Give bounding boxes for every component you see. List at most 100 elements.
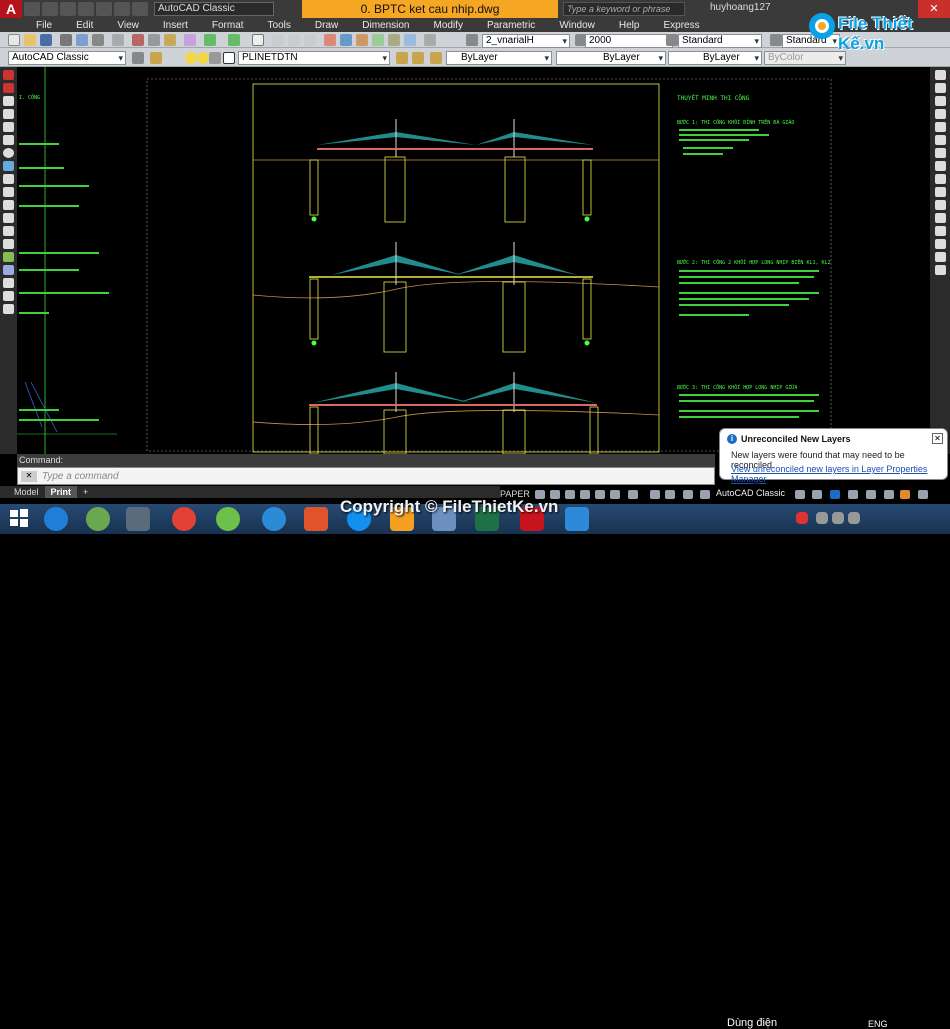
tool-palettes-icon[interactable]	[356, 34, 368, 46]
power-status-label[interactable]: Dùng điện	[727, 1017, 777, 1029]
menu-help[interactable]: Help	[619, 20, 640, 31]
insert-block-icon[interactable]	[3, 213, 14, 223]
menu-insert[interactable]: Insert	[163, 20, 188, 31]
region-icon[interactable]	[3, 278, 14, 288]
zoom-realtime-icon[interactable]	[272, 34, 284, 46]
copy-icon[interactable]	[148, 34, 160, 46]
layer-manager-icon[interactable]	[150, 52, 162, 64]
plot-icon[interactable]	[60, 34, 72, 46]
workspace-settings-icon[interactable]	[132, 52, 144, 64]
arc-icon[interactable]	[3, 135, 14, 145]
help-icon[interactable]	[424, 34, 436, 46]
clean-screen-icon[interactable]	[866, 490, 876, 499]
circle-icon[interactable]	[3, 148, 14, 158]
hardware-acceleration-icon[interactable]	[848, 490, 858, 499]
table-icon[interactable]	[3, 291, 14, 301]
properties-icon[interactable]	[324, 34, 336, 46]
media-player-icon[interactable]	[126, 507, 150, 531]
layer-state-icon[interactable]	[430, 52, 442, 64]
undo-arrow-icon[interactable]	[204, 34, 216, 46]
save-icon[interactable]	[60, 2, 76, 16]
menu-parametric[interactable]: Parametric	[487, 20, 535, 31]
zoom-window-icon[interactable]	[288, 34, 300, 46]
tab-print[interactable]: Print	[44, 486, 78, 498]
sun-icon[interactable]	[197, 52, 209, 64]
p-app-icon[interactable]	[262, 507, 286, 531]
chrome-icon[interactable]	[172, 507, 196, 531]
green-app-icon[interactable]	[216, 507, 240, 531]
undo-icon[interactable]	[114, 2, 130, 16]
menu-view[interactable]: View	[117, 20, 139, 31]
menu-edit[interactable]: Edit	[76, 20, 93, 31]
cut-icon[interactable]	[132, 34, 144, 46]
user-name[interactable]: huyhoang127	[710, 2, 771, 13]
layer-alert-icon[interactable]	[900, 490, 910, 499]
spline-icon[interactable]	[3, 174, 14, 184]
pan-icon[interactable]	[252, 34, 264, 46]
word-icon[interactable]	[565, 507, 589, 531]
lock-icon[interactable]	[209, 52, 221, 64]
workspace-switch[interactable]: AutoCAD Classic	[716, 488, 785, 498]
lineweight-dropdown[interactable]: ByLayer	[668, 51, 762, 65]
offset-icon[interactable]	[934, 109, 946, 119]
internet-explorer-icon[interactable]	[44, 507, 68, 531]
polygon-icon[interactable]	[3, 109, 14, 119]
tab-model[interactable]: Model	[8, 486, 45, 498]
customization-icon[interactable]	[884, 490, 894, 499]
tray-network-icon[interactable]	[832, 512, 844, 524]
new-icon[interactable]	[24, 2, 40, 16]
layer-manager-link[interactable]: View unreconciled new layers in Layer Pr…	[731, 464, 947, 484]
redo-arrow-icon[interactable]	[228, 34, 240, 46]
color-dropdown[interactable]: ByLayer	[446, 51, 552, 65]
dim-style-dropdown[interactable]: Standard	[678, 34, 762, 48]
tray-volume-icon[interactable]	[848, 512, 860, 524]
lock-ui-icon[interactable]	[812, 490, 822, 499]
mtext-icon[interactable]	[3, 304, 14, 314]
annotation-scale-icon[interactable]	[683, 490, 693, 499]
rotate-icon[interactable]	[934, 148, 946, 158]
command-line[interactable]: ✕ Type a command	[17, 467, 715, 485]
3d-print-icon[interactable]	[112, 34, 124, 46]
menu-tools[interactable]: Tools	[268, 20, 291, 31]
ortho-icon[interactable]	[565, 490, 575, 499]
explode-icon[interactable]	[934, 265, 946, 275]
notification-close-icon[interactable]: ✕	[932, 433, 943, 444]
osnap-icon[interactable]	[595, 490, 605, 499]
hatch-icon[interactable]	[3, 252, 14, 262]
text-height-dropdown[interactable]: 2000	[585, 34, 673, 48]
rectangle-icon[interactable]	[3, 122, 14, 132]
autocad-logo-icon[interactable]: A	[0, 0, 22, 18]
markup-icon[interactable]	[388, 34, 400, 46]
make-block-icon[interactable]	[3, 226, 14, 236]
line-icon[interactable]	[3, 70, 14, 80]
drawing-canvas[interactable]: THUYẾT MINH THI CÔNG BƯỚC 1: THI CÔNG KH…	[17, 67, 930, 454]
text-style-dropdown[interactable]: 2_vnarialH	[482, 34, 570, 48]
menu-express[interactable]: Express	[663, 20, 699, 31]
command-input[interactable]: Type a command	[42, 471, 119, 482]
workspace-dropdown[interactable]: AutoCAD Classic	[154, 2, 274, 16]
zoom-previous-icon[interactable]	[304, 34, 316, 46]
search-input[interactable]: Type a keyword or phrase	[563, 2, 685, 16]
isolate-objects-icon[interactable]	[830, 490, 840, 499]
menu-dimension[interactable]: Dimension	[362, 20, 409, 31]
language-indicator[interactable]: ENG	[868, 1019, 888, 1029]
extend-icon[interactable]	[934, 200, 946, 210]
foxit-reader-icon[interactable]	[304, 507, 328, 531]
windows-start-icon[interactable]	[8, 507, 32, 531]
gradient-icon[interactable]	[3, 265, 14, 275]
menu-file[interactable]: File	[36, 20, 52, 31]
point-icon[interactable]	[3, 239, 14, 249]
tray-flag-icon[interactable]	[816, 512, 828, 524]
layer-previous-icon[interactable]	[412, 52, 424, 64]
quickcalc-icon[interactable]	[404, 34, 416, 46]
trim-icon[interactable]	[934, 187, 946, 197]
polar-icon[interactable]	[580, 490, 590, 499]
save-disk-icon[interactable]	[40, 34, 52, 46]
construction-line-icon[interactable]	[3, 83, 14, 93]
utorrent-icon[interactable]	[86, 507, 110, 531]
match-properties-icon[interactable]	[184, 34, 196, 46]
tray-antivirus-icon[interactable]	[796, 512, 808, 524]
menu-window[interactable]: Window	[559, 20, 595, 31]
linetype-dropdown[interactable]: ByLayer	[556, 51, 666, 65]
sheet-set-icon[interactable]	[372, 34, 384, 46]
